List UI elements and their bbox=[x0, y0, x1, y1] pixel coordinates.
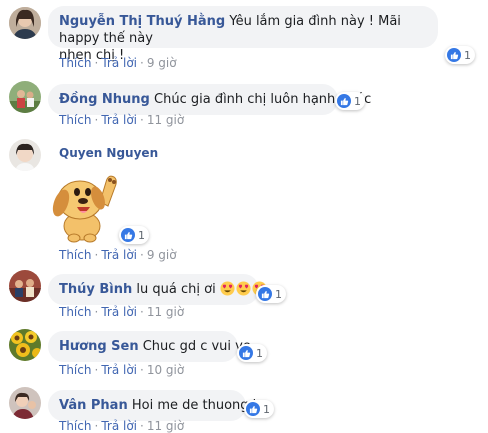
comment-time[interactable]: 11 giờ bbox=[147, 305, 184, 319]
reaction-badge[interactable]: 1 bbox=[244, 400, 274, 418]
comment-author[interactable]: Đồng Nhung bbox=[59, 92, 150, 107]
like-icon bbox=[246, 402, 260, 416]
separator: · bbox=[140, 113, 144, 127]
like-link[interactable]: Thích bbox=[59, 113, 91, 127]
woman-avatar[interactable] bbox=[9, 7, 41, 39]
like-link[interactable]: Thích bbox=[59, 305, 91, 319]
comment-text: Chuc gd c vui ve bbox=[142, 339, 251, 354]
reply-link[interactable]: Trả lời bbox=[101, 113, 137, 127]
like-icon bbox=[258, 287, 272, 301]
like-icon bbox=[337, 94, 351, 108]
separator: · bbox=[94, 305, 99, 319]
reaction-count: 1 bbox=[256, 346, 263, 360]
family-avatar[interactable] bbox=[9, 81, 41, 113]
comment-bubble: Đồng Nhung Chúc gia đình chị luôn hạnh p… bbox=[48, 84, 371, 115]
comment-bubble: Thúy Bình lu quá chị ơi bbox=[48, 274, 267, 305]
reaction-badge[interactable]: 1 bbox=[445, 46, 475, 64]
separator: · bbox=[140, 305, 144, 319]
reaction-count: 1 bbox=[464, 48, 471, 62]
like-link[interactable]: Thích bbox=[59, 248, 91, 262]
separator: · bbox=[140, 363, 144, 377]
reply-link[interactable]: Trả lời bbox=[101, 305, 137, 319]
reaction-badge[interactable]: 1 bbox=[237, 344, 267, 362]
girl-avatar[interactable] bbox=[9, 139, 41, 171]
separator: · bbox=[140, 248, 144, 262]
group-avatar[interactable] bbox=[9, 270, 41, 302]
reaction-badge[interactable]: 1 bbox=[335, 92, 365, 110]
comment-bubble: Vân Phan Hoi me de thuong he bbox=[48, 390, 269, 421]
comment-time[interactable]: 9 giờ bbox=[147, 56, 177, 70]
reply-link[interactable]: Trả lời bbox=[101, 248, 137, 262]
comment-author[interactable]: Quyen Nguyen bbox=[59, 146, 158, 160]
separator: · bbox=[94, 56, 99, 70]
comment-time[interactable]: 10 giờ bbox=[147, 363, 184, 377]
sunflower-avatar[interactable] bbox=[9, 329, 41, 361]
separator: · bbox=[94, 363, 99, 377]
like-icon bbox=[447, 48, 461, 62]
comment-time[interactable]: 9 giờ bbox=[147, 248, 177, 262]
comment-actions: Thích · Trả lời · 9 giờ bbox=[59, 56, 177, 70]
comment-actions: Thích · Trả lời · 9 giờ bbox=[59, 248, 177, 262]
comment-author[interactable]: Nguyễn Thị Thuý Hằng bbox=[59, 14, 225, 29]
comment-actions: Thích · Trả lời · 11 giờ bbox=[59, 305, 184, 319]
comment-time[interactable]: 11 giờ bbox=[147, 113, 184, 127]
reaction-count: 1 bbox=[275, 287, 282, 301]
separator: · bbox=[94, 113, 99, 127]
like-link[interactable]: Thích bbox=[59, 363, 91, 377]
portrait-avatar[interactable] bbox=[9, 387, 41, 419]
comment-text: lu quá chị ơi bbox=[136, 282, 216, 297]
like-icon bbox=[121, 228, 135, 242]
comment-author[interactable]: Vân Phan bbox=[59, 398, 128, 413]
reply-link[interactable]: Trả lời bbox=[101, 56, 137, 70]
reaction-count: 1 bbox=[263, 402, 270, 416]
comment-bubble: Hương Sen Chuc gd c vui ve bbox=[48, 331, 251, 362]
comment-author[interactable]: Thúy Bình bbox=[59, 282, 132, 297]
waving-dog-sticker bbox=[50, 168, 126, 244]
comment-actions: Thích · Trả lời · 11 giờ bbox=[59, 113, 184, 127]
comment-time[interactable]: 11 giờ bbox=[147, 419, 184, 433]
separator: · bbox=[140, 419, 144, 433]
separator: · bbox=[94, 419, 99, 433]
comment-actions: Thích · Trả lời · 11 giờ bbox=[59, 419, 184, 433]
reply-link[interactable]: Trả lời bbox=[101, 419, 137, 433]
reply-link[interactable]: Trả lời bbox=[101, 363, 137, 377]
reaction-count: 1 bbox=[354, 94, 361, 108]
like-icon bbox=[239, 346, 253, 360]
comment-author[interactable]: Hương Sen bbox=[59, 339, 139, 354]
separator: · bbox=[140, 56, 144, 70]
reaction-badge[interactable]: 1 bbox=[256, 285, 286, 303]
like-link[interactable]: Thích bbox=[59, 56, 91, 70]
reaction-badge[interactable]: 1 bbox=[119, 226, 149, 244]
separator: · bbox=[94, 248, 99, 262]
reaction-count: 1 bbox=[138, 228, 145, 242]
comment-actions: Thích · Trả lời · 10 giờ bbox=[59, 363, 184, 377]
like-link[interactable]: Thích bbox=[59, 419, 91, 433]
comment-bubble: Nguyễn Thị Thuý Hằng Yêu lắm gia đình nà… bbox=[48, 6, 438, 63]
